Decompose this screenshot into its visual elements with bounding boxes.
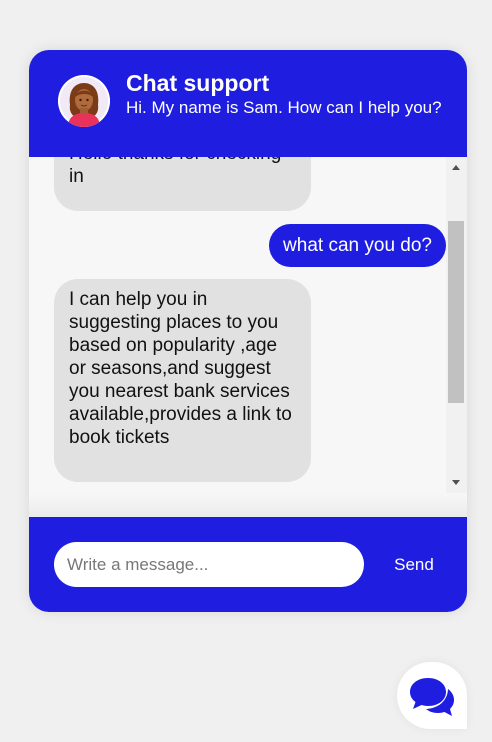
- message-list-fade: [29, 493, 467, 517]
- message-scrollbar[interactable]: [446, 157, 467, 493]
- message-input[interactable]: [54, 542, 364, 587]
- header-subtitle: Hi. My name is Sam. How can I help you?: [126, 98, 442, 117]
- chat-bubbles-icon: [410, 678, 454, 716]
- scrollbar-thumb[interactable]: [448, 221, 464, 403]
- user-message: what can you do?: [269, 224, 446, 267]
- chat-header: Chat support Hi. My name is Sam. How can…: [29, 50, 467, 157]
- chat-footer: Send: [29, 517, 467, 612]
- message-list: Hello thanks for checking in what can yo…: [29, 157, 446, 517]
- header-title: Chat support: [126, 70, 270, 96]
- bot-message: Hello thanks for checking in: [54, 157, 311, 211]
- chat-window: Chat support Hi. My name is Sam. How can…: [29, 50, 467, 612]
- scroll-down-arrow-icon[interactable]: [446, 471, 467, 493]
- chat-launcher-button[interactable]: [397, 662, 467, 729]
- avatar: [58, 75, 110, 127]
- send-button[interactable]: Send: [379, 542, 449, 587]
- bot-message: I can help you in suggesting places to y…: [54, 279, 311, 482]
- scroll-up-arrow-icon[interactable]: [446, 157, 467, 179]
- female-agent-avatar-icon: [58, 75, 110, 127]
